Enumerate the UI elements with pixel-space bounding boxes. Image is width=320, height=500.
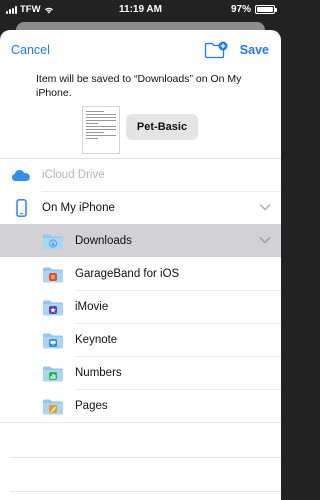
imovie-folder-icon bbox=[42, 298, 64, 316]
folder-label: iMovie bbox=[75, 300, 109, 313]
iphone-icon bbox=[14, 198, 28, 218]
divider bbox=[0, 422, 281, 423]
nav-bar: Cancel Save bbox=[0, 30, 281, 72]
folder-row-keynote[interactable]: Keynote bbox=[0, 323, 281, 356]
file-name-field[interactable] bbox=[126, 114, 198, 140]
save-destination-message: Item will be saved to “Downloads” on On … bbox=[36, 73, 242, 99]
location-on-my-iphone[interactable]: On My iPhone bbox=[0, 191, 281, 224]
folder-row-pages[interactable]: Pages bbox=[0, 389, 281, 422]
save-sheet: Cancel Save Item will be saved to “Downl… bbox=[0, 30, 281, 500]
folder-label: Numbers bbox=[75, 366, 122, 379]
battery-percent: 97% bbox=[230, 4, 251, 15]
folder-label: Downloads bbox=[75, 234, 132, 247]
empty-row-divider bbox=[10, 457, 281, 458]
folder-plus-icon bbox=[204, 41, 228, 59]
folder-row-numbers[interactable]: Numbers bbox=[0, 356, 281, 389]
location-icloud-drive[interactable]: iCloud Drive bbox=[0, 158, 281, 191]
folder-label: GarageBand for iOS bbox=[75, 267, 180, 280]
document-thumbnail bbox=[82, 106, 120, 154]
status-right: 97% bbox=[230, 4, 277, 15]
folder-row-imovie[interactable]: iMovie bbox=[0, 290, 281, 323]
status-bar: TFW 11:19 AM 97% bbox=[0, 0, 281, 20]
download-folder-icon bbox=[42, 232, 64, 250]
folder-row-garageband[interactable]: GarageBand for iOS bbox=[0, 257, 281, 290]
new-folder-button[interactable] bbox=[204, 40, 228, 60]
folder-row-downloads[interactable]: Downloads bbox=[0, 224, 281, 257]
cancel-button[interactable]: Cancel bbox=[11, 43, 50, 57]
chevron-down-icon[interactable] bbox=[259, 203, 271, 211]
folder-label: Pages bbox=[75, 399, 108, 412]
location-label: iCloud Drive bbox=[42, 168, 105, 181]
cloud-icon bbox=[11, 167, 31, 183]
empty-row-divider bbox=[10, 491, 281, 492]
chevron-down-icon[interactable] bbox=[259, 236, 271, 244]
location-label: On My iPhone bbox=[42, 201, 115, 214]
save-button[interactable]: Save bbox=[240, 43, 269, 57]
pages-folder-icon bbox=[42, 397, 64, 415]
battery-fill bbox=[257, 7, 273, 12]
folder-label: Keynote bbox=[75, 333, 118, 346]
garageband-folder-icon bbox=[42, 265, 64, 283]
battery-icon bbox=[255, 5, 277, 14]
numbers-folder-icon bbox=[42, 364, 64, 382]
keynote-folder-icon bbox=[42, 331, 64, 349]
